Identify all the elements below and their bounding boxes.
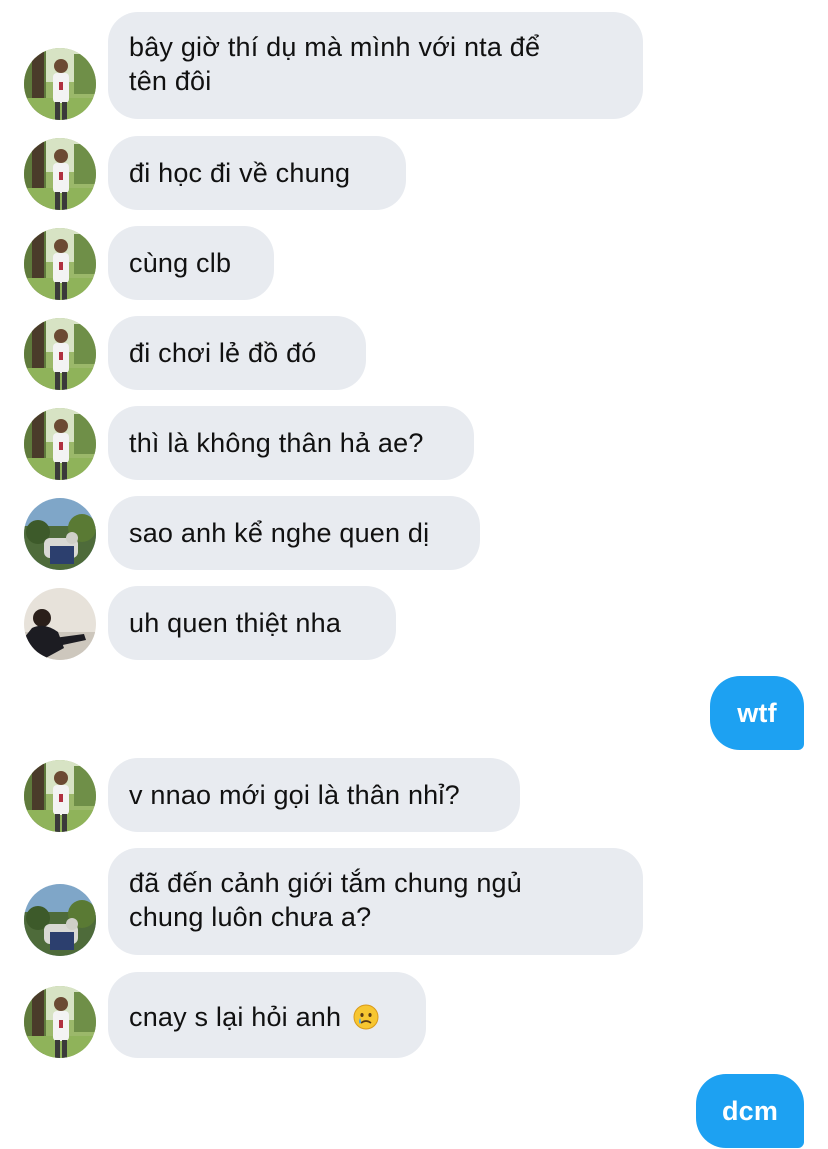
message-bubble-outgoing[interactable]: dcm bbox=[696, 1074, 804, 1148]
message-text: v nnao mới gọi là thân nhỉ? bbox=[129, 780, 460, 810]
avatar[interactable] bbox=[24, 588, 96, 660]
avatar[interactable] bbox=[24, 986, 96, 1058]
message-text: chung luôn chưa a? bbox=[129, 902, 372, 932]
avatar[interactable] bbox=[24, 228, 96, 300]
message-bubble[interactable]: v nnao mới gọi là thân nhỉ? bbox=[108, 758, 520, 832]
message-text: sao anh kể nghe quen dị bbox=[129, 518, 430, 548]
message-text: bây giờ thí dụ mà mình với nta để bbox=[129, 32, 541, 62]
avatar[interactable] bbox=[24, 318, 96, 390]
message-text: wtf bbox=[737, 698, 777, 728]
message-text: đi chơi lẻ đồ đó bbox=[129, 338, 317, 368]
message-text: thì là không thân hả ae? bbox=[129, 428, 424, 458]
message-text: dcm bbox=[721, 1096, 779, 1126]
message-bubble[interactable]: bây giờ thí dụ mà mình với nta để tên đô… bbox=[108, 12, 643, 119]
message-text: cùng clb bbox=[129, 248, 232, 278]
avatar[interactable] bbox=[24, 760, 96, 832]
message-bubble[interactable]: thì là không thân hả ae? bbox=[108, 406, 474, 480]
message-text: đã đến cảnh giới tắm chung ngủ bbox=[129, 868, 522, 898]
message-text: tên đôi bbox=[129, 66, 212, 96]
message-bubble[interactable]: đi học đi về chung bbox=[108, 136, 406, 210]
crying-face-icon bbox=[353, 1004, 379, 1030]
message-bubble[interactable]: đi chơi lẻ đồ đó bbox=[108, 316, 366, 390]
message-bubble[interactable]: sao anh kể nghe quen dị bbox=[108, 496, 480, 570]
message-text: uh quen thiệt nha bbox=[129, 608, 342, 638]
message-bubble[interactable]: uh quen thiệt nha bbox=[108, 586, 396, 660]
message-bubble-outgoing[interactable]: wtf bbox=[710, 676, 804, 750]
avatar[interactable] bbox=[24, 138, 96, 210]
message-bubble[interactable]: đã đến cảnh giới tắm chung ngủ chung luô… bbox=[108, 848, 643, 955]
avatar[interactable] bbox=[24, 48, 96, 120]
message-text: đi học đi về chung bbox=[129, 158, 351, 188]
message-bubble[interactable]: cùng clb bbox=[108, 226, 274, 300]
message-bubble[interactable]: cnay s lại hỏi anh bbox=[108, 972, 426, 1058]
avatar[interactable] bbox=[24, 408, 96, 480]
avatar[interactable] bbox=[24, 498, 96, 570]
avatar[interactable] bbox=[24, 884, 96, 956]
message-text: cnay s lại hỏi anh bbox=[129, 1002, 342, 1032]
